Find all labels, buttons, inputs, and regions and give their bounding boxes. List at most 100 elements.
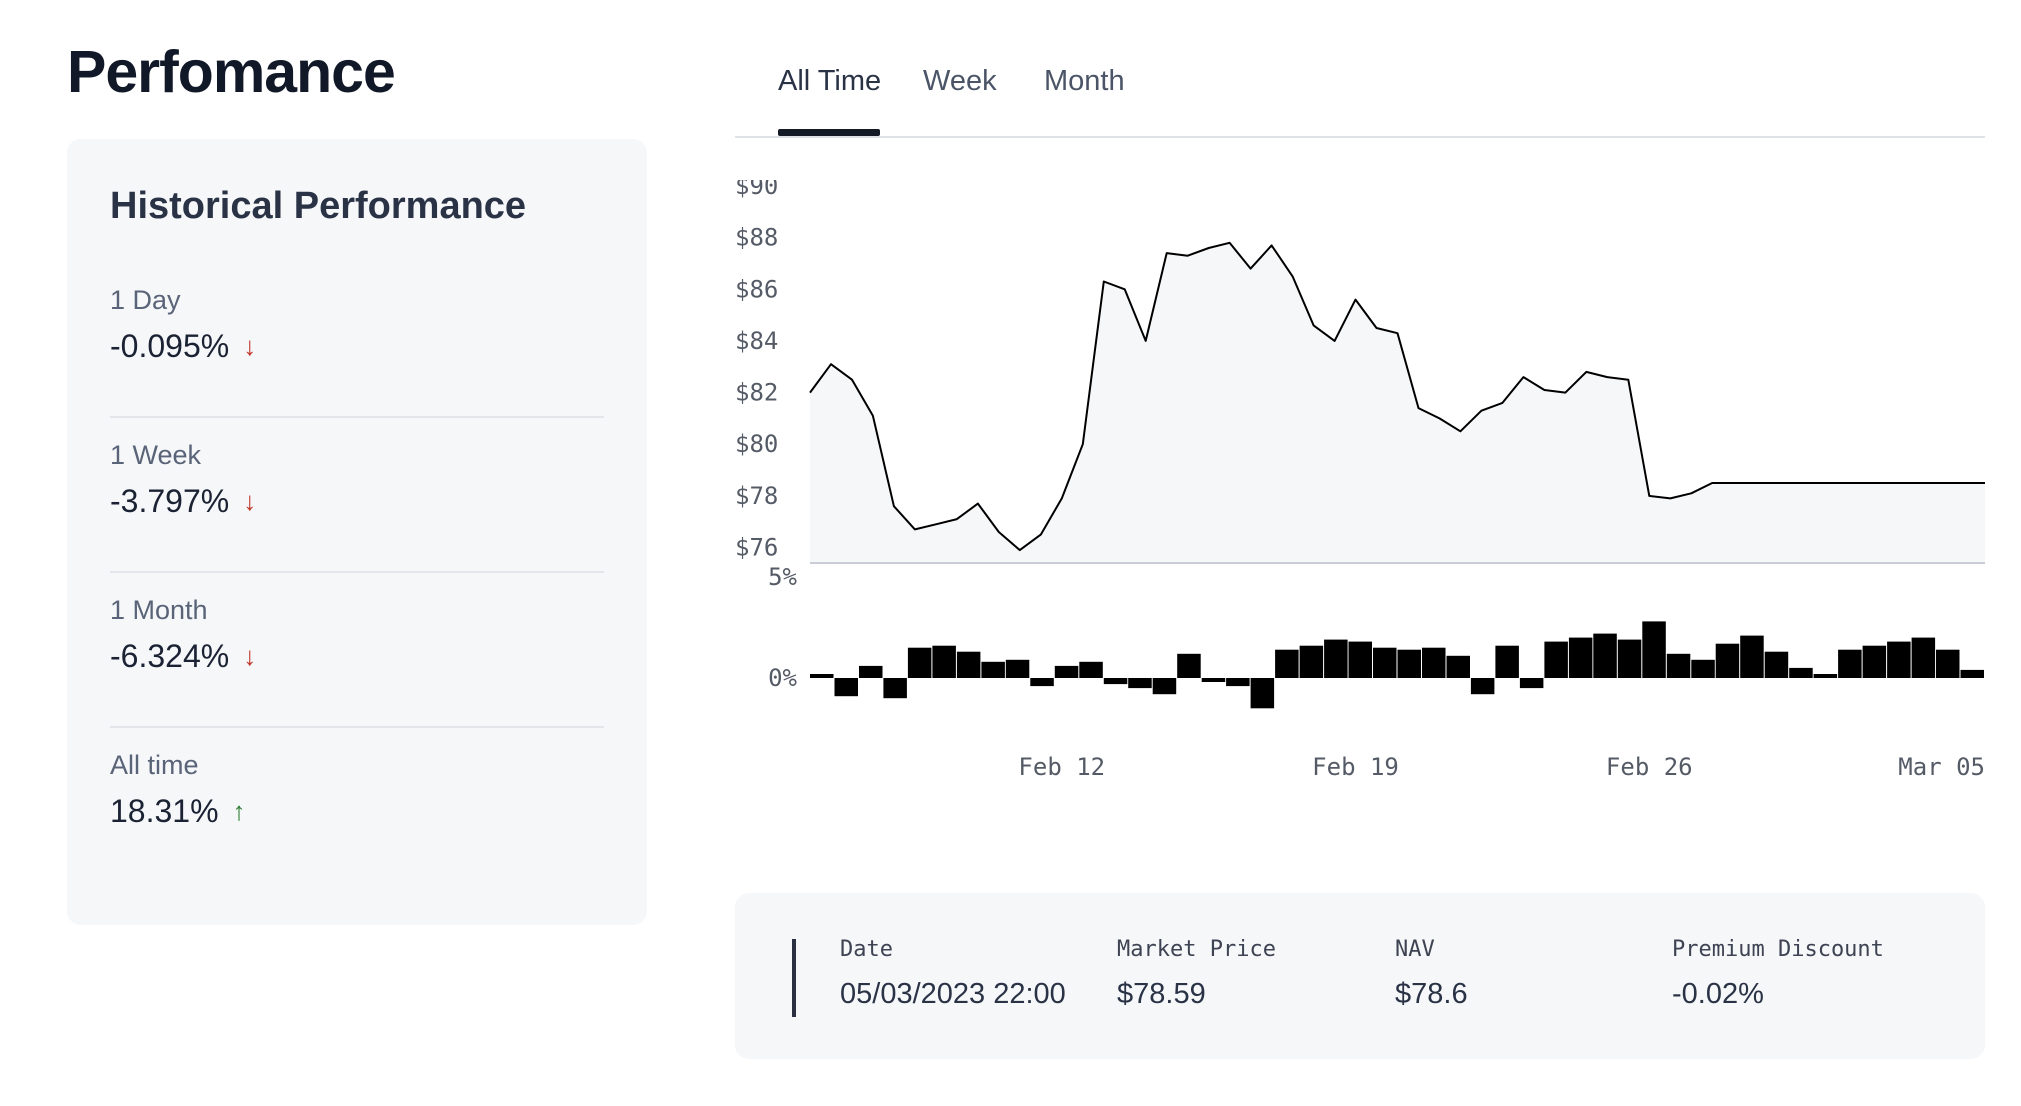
premium-bar xyxy=(834,678,858,697)
tabs-divider xyxy=(735,136,1985,138)
stat-1-month: 1 Month -6.324% ↓ xyxy=(110,595,604,675)
premium-bar xyxy=(1887,641,1911,678)
info-date: Date 05/03/2023 22:00 xyxy=(840,937,1066,1011)
arrow-down-icon: ↓ xyxy=(243,486,257,516)
premium-bar xyxy=(932,645,956,678)
premium-bar xyxy=(1813,674,1838,678)
divider xyxy=(110,571,604,573)
arrow-up-icon: ↑ xyxy=(232,796,246,826)
premium-bar xyxy=(1201,678,1226,682)
premium-bar xyxy=(1495,645,1519,678)
arrow-down-icon: ↓ xyxy=(243,641,257,671)
premium-bar xyxy=(1275,649,1299,678)
premium-bar xyxy=(1054,665,1079,678)
stat-label: 1 Day xyxy=(110,285,181,315)
info-premium-discount: Premium Discount -0.02% xyxy=(1672,937,1884,1011)
premium-bar xyxy=(1519,678,1544,689)
premium-bar xyxy=(981,661,1005,678)
premium-bar xyxy=(1568,637,1593,678)
premium-bar xyxy=(1936,649,1960,678)
price-tick-label: $76 xyxy=(735,534,778,562)
x-tick-label: Feb 19 xyxy=(1312,753,1399,780)
performance-chart: $76 $78 $80 $82 $84 $86 $88 $90 5% 0% Feb 12 Feb 19… xyxy=(735,180,1985,780)
premium-bar xyxy=(1960,669,1984,678)
premium-bar xyxy=(1324,639,1348,678)
info-heading: Premium Discount xyxy=(1672,937,1884,962)
info-nav: NAV $78.6 xyxy=(1395,937,1468,1011)
active-tab-indicator xyxy=(778,129,880,136)
info-heading: Market Price xyxy=(1117,937,1276,962)
stat-1-day: 1 Day -0.095% ↓ xyxy=(110,285,604,365)
premium-bar xyxy=(1250,678,1275,709)
premium-bar xyxy=(907,647,932,678)
premium-bar xyxy=(1226,678,1250,687)
premium-bar xyxy=(883,678,907,699)
latest-data-card: Date 05/03/2023 22:00 Market Price $78.5… xyxy=(735,893,1985,1059)
x-tick-label: Feb 26 xyxy=(1606,753,1693,780)
divider xyxy=(110,726,604,728)
premium-bar xyxy=(1348,641,1372,678)
premium-bar xyxy=(1030,678,1054,687)
price-tick-label: $84 xyxy=(735,327,778,355)
stat-label: 1 Month xyxy=(110,595,208,625)
info-value: -0.02% xyxy=(1672,978,1764,1010)
premium-bar xyxy=(1373,647,1397,678)
stat-1-week: 1 Week -3.797% ↓ xyxy=(110,440,604,520)
price-tick-label: $80 xyxy=(735,430,778,458)
premium-bar xyxy=(1470,678,1495,695)
stat-value: -3.797% xyxy=(110,483,230,519)
premium-bar xyxy=(1397,649,1421,678)
premium-bar xyxy=(1764,651,1789,678)
premium-bar xyxy=(956,651,981,678)
info-value: 05/03/2023 22:00 xyxy=(840,978,1066,1010)
premium-bar xyxy=(1838,649,1862,678)
price-tick-label: $90 xyxy=(735,180,778,200)
premium-bar xyxy=(1740,635,1764,678)
stat-value: -6.324% xyxy=(110,638,230,674)
premium-bar xyxy=(1079,661,1103,678)
premium-bar xyxy=(810,674,834,678)
stat-value: 18.31% xyxy=(110,793,219,829)
price-tick-label: $78 xyxy=(735,482,778,510)
premium-bar xyxy=(1593,633,1617,678)
premium-bar xyxy=(1103,678,1128,685)
premium-bar xyxy=(1715,643,1740,678)
price-tick-label: $82 xyxy=(735,379,778,407)
divider xyxy=(110,416,604,418)
info-value: $78.6 xyxy=(1395,978,1468,1010)
premium-bar xyxy=(1422,647,1446,678)
premium-bar xyxy=(1642,621,1666,678)
premium-bar xyxy=(1691,659,1715,678)
stat-all-time: All time 18.31% ↑ xyxy=(110,750,604,830)
premium-bar xyxy=(1446,655,1470,678)
premium-bar xyxy=(1152,678,1177,695)
premium-bar xyxy=(1177,653,1201,678)
x-tick-label: Mar 05 xyxy=(1898,753,1985,780)
premium-bar xyxy=(1911,637,1936,678)
premium-bar xyxy=(859,665,883,678)
premium-tick-label: 5% xyxy=(768,563,797,591)
info-value: $78.59 xyxy=(1117,978,1206,1010)
premium-bar xyxy=(1005,659,1030,678)
stat-label: All time xyxy=(110,750,199,780)
premium-bar xyxy=(1862,645,1887,678)
accent-bar xyxy=(792,939,796,1017)
info-heading: Date xyxy=(840,937,893,962)
premium-bar xyxy=(1544,641,1568,678)
arrow-down-icon: ↓ xyxy=(243,331,257,361)
premium-bar xyxy=(1789,667,1813,678)
price-tick-label: $86 xyxy=(735,275,778,303)
historical-performance-title: Historical Performance xyxy=(110,185,527,227)
tab-all-time[interactable]: All Time xyxy=(778,65,881,98)
tab-month[interactable]: Month xyxy=(1044,65,1125,98)
page-title: Perfomance xyxy=(67,39,396,105)
info-market-price: Market Price $78.59 xyxy=(1117,937,1276,1011)
premium-tick-label: 0% xyxy=(768,664,797,692)
premium-bar xyxy=(1617,639,1642,678)
x-tick-label: Feb 12 xyxy=(1018,753,1105,780)
info-heading: NAV xyxy=(1395,937,1435,962)
tab-week[interactable]: Week xyxy=(923,65,997,98)
premium-bar xyxy=(1666,653,1691,678)
premium-bar xyxy=(1299,645,1324,678)
stat-label: 1 Week xyxy=(110,440,202,470)
